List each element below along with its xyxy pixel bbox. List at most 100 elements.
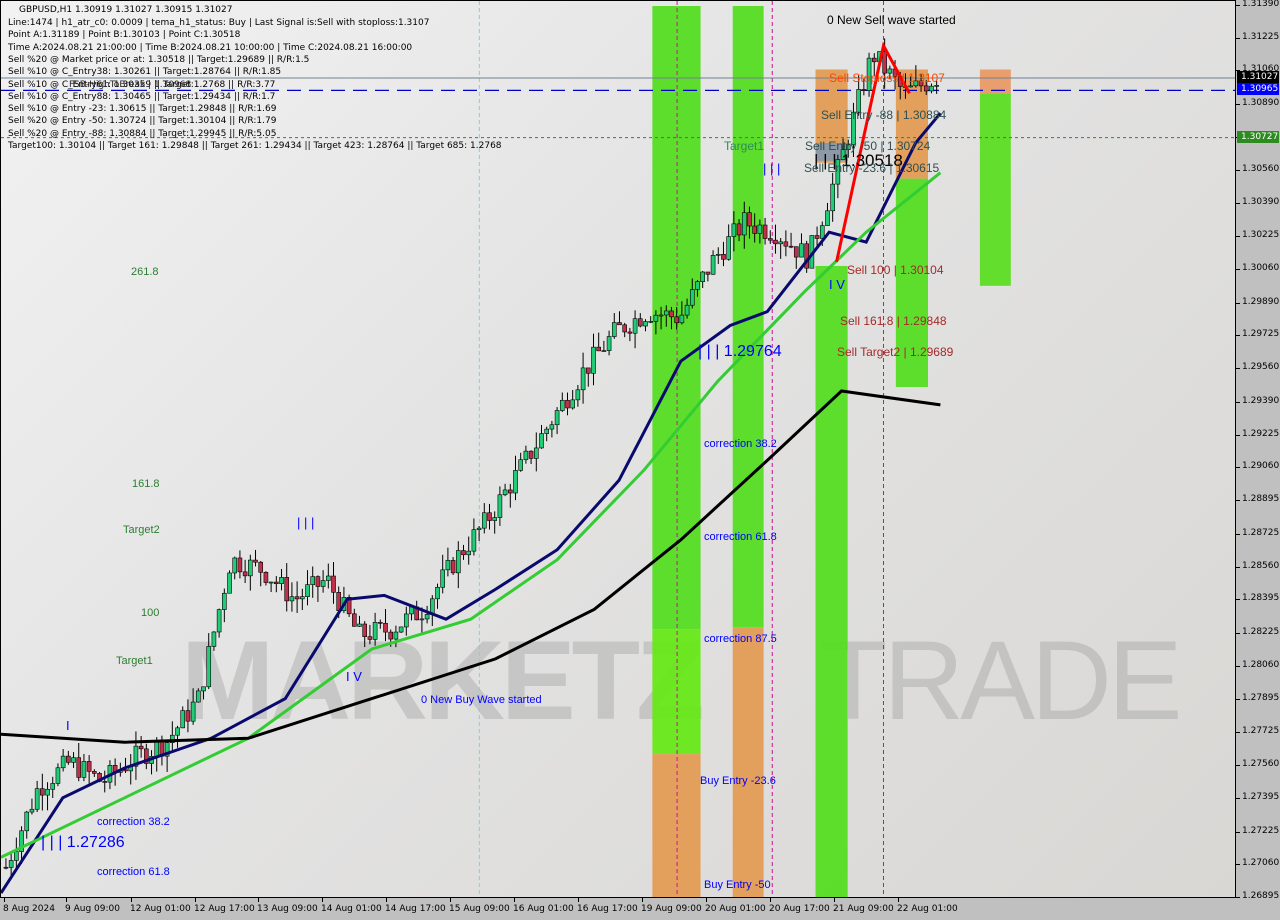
time-tick-label: 16 Aug 17:00 (577, 904, 638, 914)
bull-candle (206, 646, 212, 688)
bull-candle (710, 255, 716, 275)
bull-candle (559, 399, 565, 411)
bull-candle (227, 572, 232, 594)
chart-annotation: I V (829, 277, 845, 292)
bull-candle (934, 85, 939, 87)
bull-candle (305, 584, 310, 597)
time-tick-mark (834, 898, 835, 902)
bull-candle (455, 550, 461, 574)
bear-candle (383, 622, 388, 633)
bull-candle (326, 575, 331, 581)
bear-candle (793, 246, 799, 258)
time-tick-mark (450, 898, 451, 902)
chart-annotation: correction 87.5 (704, 633, 777, 645)
bear-candle (752, 225, 757, 234)
bull-candle (611, 322, 617, 337)
bear-candle (86, 761, 92, 772)
time-tick-label: 20 Aug 01:00 (705, 904, 766, 914)
info-line: Sell %10 @ Entry -23: 1.30615 || Target:… (8, 104, 277, 115)
bull-candle (648, 321, 653, 323)
bear-candle (669, 310, 674, 318)
bull-candle (601, 350, 607, 352)
bull-candle (196, 690, 201, 703)
bull-candle (232, 557, 238, 574)
fsb-overlay-text: FSB-HighToBreak | 1.30968 (69, 80, 192, 90)
chart-annotation: | | | (763, 161, 781, 176)
price-tick-label: 1.28395 (1242, 593, 1280, 604)
price-tick-mark (1236, 732, 1240, 734)
bear-candle (253, 559, 258, 563)
info-line: Sell %20 @ Entry -50: 1.30724 || Target:… (8, 116, 277, 127)
time-tick-label: 22 Aug 01:00 (897, 904, 958, 914)
info-line: Point A:1.31189 | Point B:1.30103 | Poin… (8, 30, 241, 41)
bear-candle (294, 596, 300, 600)
price-tick-label: 1.29060 (1242, 461, 1280, 472)
bear-candle (783, 241, 789, 247)
bull-candle (554, 410, 560, 426)
bull-candle (658, 314, 664, 317)
bull-candle (279, 577, 284, 584)
bear-candle (352, 613, 357, 627)
bull-candle (908, 85, 913, 88)
bull-candle (435, 586, 440, 600)
bull-candle (778, 241, 783, 245)
price-tick-label: 1.29225 (1242, 428, 1280, 439)
time-tick-label: 9 Aug 09:00 (65, 904, 120, 914)
chart-annotation: | | | (297, 515, 315, 530)
time-tick-mark (195, 898, 196, 902)
bear-candle (92, 771, 97, 774)
bear-candle (450, 560, 456, 574)
time-tick-label: 14 Aug 01:00 (321, 904, 382, 914)
bull-candle (502, 489, 508, 496)
bear-candle (596, 346, 601, 352)
bear-candle (507, 489, 513, 494)
price-tick-label: 1.28560 (1242, 560, 1280, 571)
time-tick-label: 15 Aug 09:00 (449, 904, 510, 914)
green-zone-3 (815, 265, 848, 897)
info-line: Sell %20 @ Market price or at: 1.30518 |… (8, 54, 310, 65)
price-tick-label: 1.27895 (1242, 692, 1280, 703)
price-tick-mark (1236, 169, 1240, 171)
time-tick-mark (898, 898, 899, 902)
bear-candle (882, 51, 887, 74)
price-tick-mark (1236, 434, 1240, 436)
bull-candle (575, 389, 581, 401)
bull-candle (248, 559, 253, 577)
bull-candle (8, 860, 14, 868)
price-tick-label: 1.27060 (1242, 858, 1280, 869)
bull-candle (689, 289, 695, 306)
price-tick-mark (1236, 236, 1240, 238)
time-tick-label: 16 Aug 01:00 (513, 904, 574, 914)
price-tick-mark (1236, 599, 1240, 601)
bull-candle (424, 614, 430, 620)
price-tick-label: 1.26895 (1242, 891, 1280, 901)
bear-candle (388, 631, 394, 640)
bear-candle (762, 224, 768, 239)
time-tick-mark (66, 898, 67, 902)
chart-annotation: I V (346, 669, 362, 684)
price-axis[interactable]: 1.313901.312251.310601.308901.307271.305… (1236, 0, 1280, 901)
bull-candle (34, 788, 40, 810)
bull-candle (175, 727, 180, 736)
price-tick-mark (1236, 864, 1240, 866)
chart-annotation: 0 New Sell wave started (827, 13, 956, 27)
price-tick-mark (1236, 797, 1240, 799)
bull-candle (700, 271, 705, 283)
price-tick-label: 1.28725 (1242, 527, 1280, 538)
chart-annotation: Target2 (123, 524, 160, 536)
time-tick-label: 13 Aug 09:00 (257, 904, 318, 914)
price-tick-label: 1.29890 (1242, 296, 1280, 307)
bull-candle (24, 811, 30, 832)
price-tick-mark (1236, 467, 1240, 469)
time-axis[interactable]: 8 Aug 2024 9 Aug 09:00 12 Aug 01:00 12 Aug … (0, 898, 1236, 920)
chart-annotation: I (66, 718, 70, 733)
price-tick-mark (1236, 37, 1240, 39)
bear-candle (487, 512, 492, 521)
bull-candle (201, 686, 206, 692)
bear-candle (721, 254, 726, 260)
chart-area[interactable]: MARKETZ TRADE GBPUSD,H1 1.30919 1.31027 … (0, 0, 1236, 898)
price-tick-mark (1236, 665, 1240, 667)
bull-candle (513, 470, 518, 494)
info-line: Sell %20 @ Entry -88: 1.30884 || Target:… (8, 128, 277, 139)
time-tick-mark (642, 898, 643, 902)
